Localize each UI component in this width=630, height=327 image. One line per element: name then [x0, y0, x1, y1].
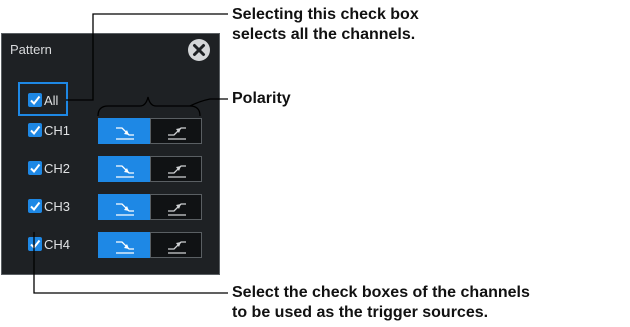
select-all-callout-line2: selects all the channels.: [232, 26, 416, 43]
select-all-callout: Selecting this check box selects all the…: [232, 5, 419, 45]
polarity-bracket: [97, 96, 201, 117]
trigger-leader-line: [33, 232, 228, 294]
trigger-callout: Select the check boxes of the channels t…: [232, 283, 530, 323]
select-all-leader-line: [66, 13, 228, 101]
trigger-callout-line2: to be used as the trigger sources.: [232, 304, 489, 321]
polarity-callout: Polarity: [232, 90, 291, 107]
callout-lines: [33, 13, 228, 294]
polarity-leader-line: [189, 98, 228, 107]
trigger-callout-line1: Select the check boxes of the channels: [232, 284, 530, 301]
select-all-callout-line1: Selecting this check box: [232, 6, 419, 23]
